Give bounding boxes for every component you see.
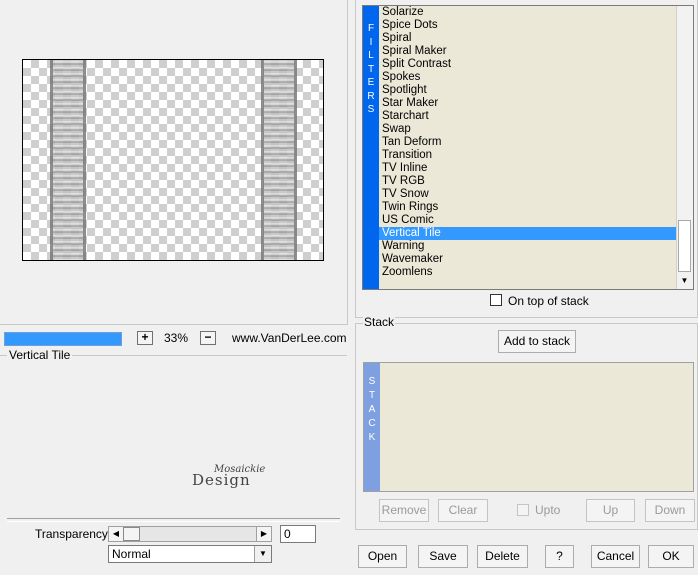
zoom-level: 33% bbox=[163, 331, 189, 345]
stack-sidebar-label: S T A C K bbox=[368, 376, 376, 443]
filter-item[interactable]: Split Contrast bbox=[379, 58, 677, 71]
filter-item[interactable]: Spice Dots bbox=[379, 19, 677, 32]
upto-label[interactable]: Upto bbox=[535, 503, 560, 517]
filter-item[interactable]: Spokes bbox=[379, 71, 677, 84]
save-button[interactable]: Save bbox=[418, 545, 468, 568]
filters-sidebar: F I L T E R S bbox=[363, 6, 379, 289]
divider bbox=[7, 518, 340, 522]
filter-item[interactable]: Warning bbox=[379, 240, 677, 253]
clear-button[interactable]: Clear bbox=[438, 499, 488, 522]
filters-sidebar-label: F I L T E R S bbox=[367, 23, 375, 115]
ok-button[interactable]: OK bbox=[648, 545, 694, 568]
filter-item[interactable]: Solarize bbox=[379, 6, 677, 19]
filter-item[interactable]: Spiral bbox=[379, 32, 677, 45]
tile-strip-left bbox=[50, 60, 86, 260]
filter-item[interactable]: Spiral Maker bbox=[379, 45, 677, 58]
zoom-in-button[interactable]: + bbox=[137, 331, 153, 345]
website-link[interactable]: www.VanDerLee.com bbox=[232, 331, 347, 345]
cancel-button[interactable]: Cancel bbox=[591, 545, 640, 568]
logo-bottom-text: Design bbox=[192, 471, 251, 489]
add-to-stack-button[interactable]: Add to stack bbox=[498, 330, 576, 353]
transparency-input[interactable]: 0 bbox=[280, 525, 316, 543]
filter-item[interactable]: Wavemaker bbox=[379, 253, 677, 266]
filter-item[interactable]: TV Inline bbox=[379, 162, 677, 175]
filter-item[interactable]: Star Maker bbox=[379, 97, 677, 110]
filter-item[interactable]: Tan Deform bbox=[379, 136, 677, 149]
open-button[interactable]: Open bbox=[358, 545, 407, 568]
slider-thumb[interactable] bbox=[123, 527, 140, 541]
stack-sidebar: S T A C K bbox=[364, 363, 380, 491]
filter-item[interactable]: TV Snow bbox=[379, 188, 677, 201]
slider-right-arrow-icon[interactable]: ▶ bbox=[256, 527, 271, 541]
transparency-slider[interactable]: ◀ ▶ bbox=[108, 526, 272, 542]
filter-name-title: Vertical Tile bbox=[7, 348, 73, 362]
filter-item[interactable]: Swap bbox=[379, 123, 677, 136]
on-top-of-stack-label[interactable]: On top of stack bbox=[508, 294, 589, 308]
filter-item[interactable]: Zoomlens bbox=[379, 266, 677, 279]
help-button[interactable]: ? bbox=[545, 545, 574, 568]
transparency-label: Transparency bbox=[35, 527, 108, 541]
on-top-of-stack-checkbox[interactable] bbox=[490, 294, 502, 306]
delete-button[interactable]: Delete bbox=[477, 545, 528, 568]
progress-bar bbox=[4, 332, 122, 346]
upto-checkbox[interactable] bbox=[517, 504, 529, 516]
filter-item[interactable]: US Comic bbox=[379, 214, 677, 227]
filters-listbox[interactable]: F I L T E R S Solarize Spice Dots Spiral Sp… bbox=[362, 5, 694, 290]
remove-button[interactable]: Remove bbox=[379, 499, 429, 522]
filters-scrollbar[interactable]: ▼ bbox=[676, 6, 693, 289]
stack-title: Stack bbox=[363, 315, 396, 329]
filter-item[interactable]: Vertical Tile bbox=[379, 227, 677, 240]
filter-item[interactable]: Twin Rings bbox=[379, 201, 677, 214]
scroll-down-arrow-icon[interactable]: ▼ bbox=[677, 273, 692, 289]
filter-list[interactable]: Solarize Spice Dots Spiral Spiral Maker Spli… bbox=[379, 6, 677, 279]
scrollbar-thumb[interactable] bbox=[678, 220, 691, 272]
filter-item[interactable]: Spotlight bbox=[379, 84, 677, 97]
tile-strip-right bbox=[261, 60, 297, 260]
zoom-out-button[interactable]: − bbox=[200, 331, 216, 345]
blend-mode-value: Normal bbox=[112, 547, 151, 561]
filter-item[interactable]: TV RGB bbox=[379, 175, 677, 188]
stack-listbox[interactable]: S T A C K bbox=[363, 362, 694, 492]
filter-item[interactable]: Transition bbox=[379, 149, 677, 162]
slider-left-arrow-icon[interactable]: ◀ bbox=[109, 527, 124, 541]
blend-mode-select[interactable]: Normal ▼ bbox=[108, 545, 272, 563]
chevron-down-icon[interactable]: ▼ bbox=[254, 546, 271, 562]
filter-item[interactable]: Starchart bbox=[379, 110, 677, 123]
preview-image[interactable] bbox=[22, 59, 324, 261]
up-button[interactable]: Up bbox=[586, 499, 635, 522]
down-button[interactable]: Down bbox=[645, 499, 695, 522]
